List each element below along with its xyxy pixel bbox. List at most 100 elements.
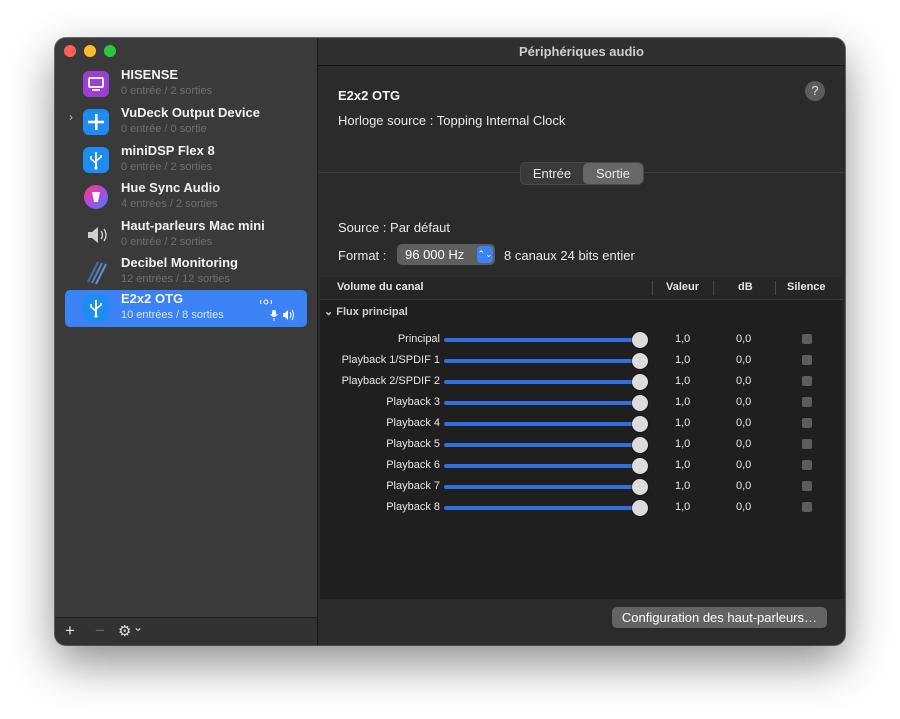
table-row: Playback 6 1,0 0,0 bbox=[320, 455, 843, 476]
device-name: VuDeck Output Device bbox=[121, 105, 260, 120]
device-item-hisense[interactable]: HISENSE 0 entrée / 2 sorties bbox=[65, 66, 307, 103]
channel-db: 0,0 bbox=[736, 375, 752, 387]
volume-slider-knob[interactable] bbox=[632, 479, 648, 495]
sample-rate-select[interactable]: 96 000 Hz ⌃⌄ bbox=[397, 244, 495, 265]
mute-checkbox[interactable] bbox=[802, 502, 812, 512]
mute-checkbox[interactable] bbox=[802, 397, 812, 407]
channel-db: 0,0 bbox=[736, 438, 752, 450]
volume-slider-track[interactable] bbox=[444, 443, 640, 447]
device-item-e2x2-otg[interactable]: E2x2 OTG 10 entrées / 8 sorties bbox=[65, 290, 307, 327]
volume-slider-knob[interactable] bbox=[632, 332, 648, 348]
volume-slider-knob[interactable] bbox=[632, 500, 648, 516]
channel-db: 0,0 bbox=[736, 354, 752, 366]
device-item-decibel-monitoring[interactable]: Decibel Monitoring 12 entrées / 12 sorti… bbox=[65, 254, 307, 291]
column-channel-volume[interactable]: Volume du canal bbox=[337, 281, 424, 293]
channel-value: 1,0 bbox=[675, 396, 691, 408]
channel-name: Playback 2/SPDIF 2 bbox=[341, 375, 440, 387]
microphone-icon bbox=[270, 310, 278, 321]
device-item-mac-mini-speakers[interactable]: Haut-parleurs Mac mini 0 entrée / 2 sort… bbox=[65, 217, 307, 254]
mute-checkbox[interactable] bbox=[802, 334, 812, 344]
channel-value: 1,0 bbox=[675, 354, 691, 366]
tab-input[interactable]: Entrée bbox=[521, 163, 583, 184]
speaker-configuration-button[interactable]: Configuration des haut-parleurs… bbox=[611, 607, 827, 628]
add-device-button[interactable]: + bbox=[65, 621, 75, 641]
volume-slider-track[interactable] bbox=[444, 338, 640, 342]
table-row: Playback 2/SPDIF 2 1,0 0,0 bbox=[320, 371, 843, 392]
table-row: Playback 1/SPDIF 1 1,0 0,0 bbox=[320, 350, 843, 371]
volume-slider-track[interactable] bbox=[444, 485, 640, 489]
channel-value: 1,0 bbox=[675, 501, 691, 513]
mute-checkbox[interactable] bbox=[802, 376, 812, 386]
column-separator bbox=[775, 281, 776, 295]
channel-name: Principal bbox=[397, 333, 440, 345]
device-sidebar: HISENSE 0 entrée / 2 sorties › VuDeck Ou… bbox=[55, 38, 318, 645]
volume-slider-knob[interactable] bbox=[632, 353, 648, 369]
mute-checkbox[interactable] bbox=[802, 460, 812, 470]
channel-value: 1,0 bbox=[675, 333, 691, 345]
help-button[interactable]: ? bbox=[805, 81, 825, 101]
mute-checkbox[interactable] bbox=[802, 439, 812, 449]
volume-slider-track[interactable] bbox=[444, 422, 640, 426]
volume-slider-knob[interactable] bbox=[632, 374, 648, 390]
close-window-button[interactable] bbox=[64, 45, 76, 57]
table-header: Volume du canal Valeur dB Silence bbox=[320, 277, 843, 300]
volume-slider-track[interactable] bbox=[444, 359, 640, 363]
volume-slider-track[interactable] bbox=[444, 380, 640, 384]
channel-volume-table: Volume du canal Valeur dB Silence ⌄ Flux… bbox=[320, 277, 843, 626]
device-io-count: 12 entrées / 12 sorties bbox=[121, 273, 230, 285]
sample-rate-value: 96 000 Hz bbox=[405, 247, 465, 262]
volume-slider-track[interactable] bbox=[444, 464, 640, 468]
mute-checkbox[interactable] bbox=[802, 481, 812, 491]
channel-db: 0,0 bbox=[736, 333, 752, 345]
device-status-icons bbox=[259, 296, 299, 324]
volume-slider-knob[interactable] bbox=[632, 416, 648, 432]
device-item-hue-sync[interactable]: Hue Sync Audio 4 entrées / 2 sorties bbox=[65, 179, 307, 216]
clock-source: Horloge source : Topping Internal Clock bbox=[338, 113, 566, 128]
volume-slider-knob[interactable] bbox=[632, 395, 648, 411]
chevron-down-icon[interactable]: ⌄ bbox=[133, 620, 143, 634]
column-db[interactable]: dB bbox=[738, 281, 753, 293]
window-title: Périphériques audio bbox=[519, 44, 644, 59]
table-row: Playback 7 1,0 0,0 bbox=[320, 476, 843, 497]
column-separator bbox=[713, 281, 714, 295]
volume-slider-knob[interactable] bbox=[632, 458, 648, 474]
main-stream-group[interactable]: ⌄ Flux principal bbox=[324, 305, 408, 318]
column-value[interactable]: Valeur bbox=[666, 281, 699, 293]
channel-name: Playback 3 bbox=[386, 396, 440, 408]
remove-device-button[interactable]: − bbox=[95, 621, 105, 641]
gear-icon[interactable]: ⚙ bbox=[118, 622, 131, 640]
clock-source-icon bbox=[260, 299, 272, 305]
tab-output[interactable]: Sortie bbox=[583, 163, 643, 184]
table-row: Playback 5 1,0 0,0 bbox=[320, 434, 843, 455]
mute-checkbox[interactable] bbox=[802, 355, 812, 365]
column-mute[interactable]: Silence bbox=[787, 281, 826, 293]
device-item-minidsp[interactable]: miniDSP Flex 8 0 entrée / 2 sorties bbox=[65, 142, 307, 179]
volume-slider-track[interactable] bbox=[444, 506, 640, 510]
minimize-window-button[interactable] bbox=[84, 45, 96, 57]
volume-slider-track[interactable] bbox=[444, 401, 640, 405]
channel-value: 1,0 bbox=[675, 417, 691, 429]
channel-value: 1,0 bbox=[675, 375, 691, 387]
decibel-icon bbox=[83, 259, 109, 285]
speaker-icon bbox=[83, 222, 109, 248]
channel-name: Playback 8 bbox=[386, 501, 440, 513]
device-io-count: 0 entrée / 2 sorties bbox=[121, 85, 213, 97]
device-name: Decibel Monitoring bbox=[121, 255, 238, 270]
format-description: 8 canaux 24 bits entier bbox=[504, 248, 635, 263]
usb-icon bbox=[83, 295, 109, 321]
column-separator bbox=[652, 281, 653, 295]
mute-checkbox[interactable] bbox=[802, 418, 812, 428]
volume-slider-knob[interactable] bbox=[632, 437, 648, 453]
zoom-window-button[interactable] bbox=[104, 45, 116, 57]
channel-name: Playback 5 bbox=[386, 438, 440, 450]
channel-value: 1,0 bbox=[675, 438, 691, 450]
disclosure-chevron-icon[interactable]: › bbox=[69, 110, 73, 124]
channel-name: Playback 4 bbox=[386, 417, 440, 429]
plus-icon bbox=[83, 109, 109, 135]
source-label: Source : Par défaut bbox=[338, 220, 451, 235]
device-name: E2x2 OTG bbox=[121, 291, 184, 306]
device-io-count: 0 entrée / 0 sortie bbox=[121, 123, 207, 135]
device-item-vudeck[interactable]: › VuDeck Output Device 0 entrée / 0 sort… bbox=[65, 104, 307, 141]
device-name: HISENSE bbox=[121, 67, 179, 82]
device-name: Hue Sync Audio bbox=[121, 180, 221, 195]
